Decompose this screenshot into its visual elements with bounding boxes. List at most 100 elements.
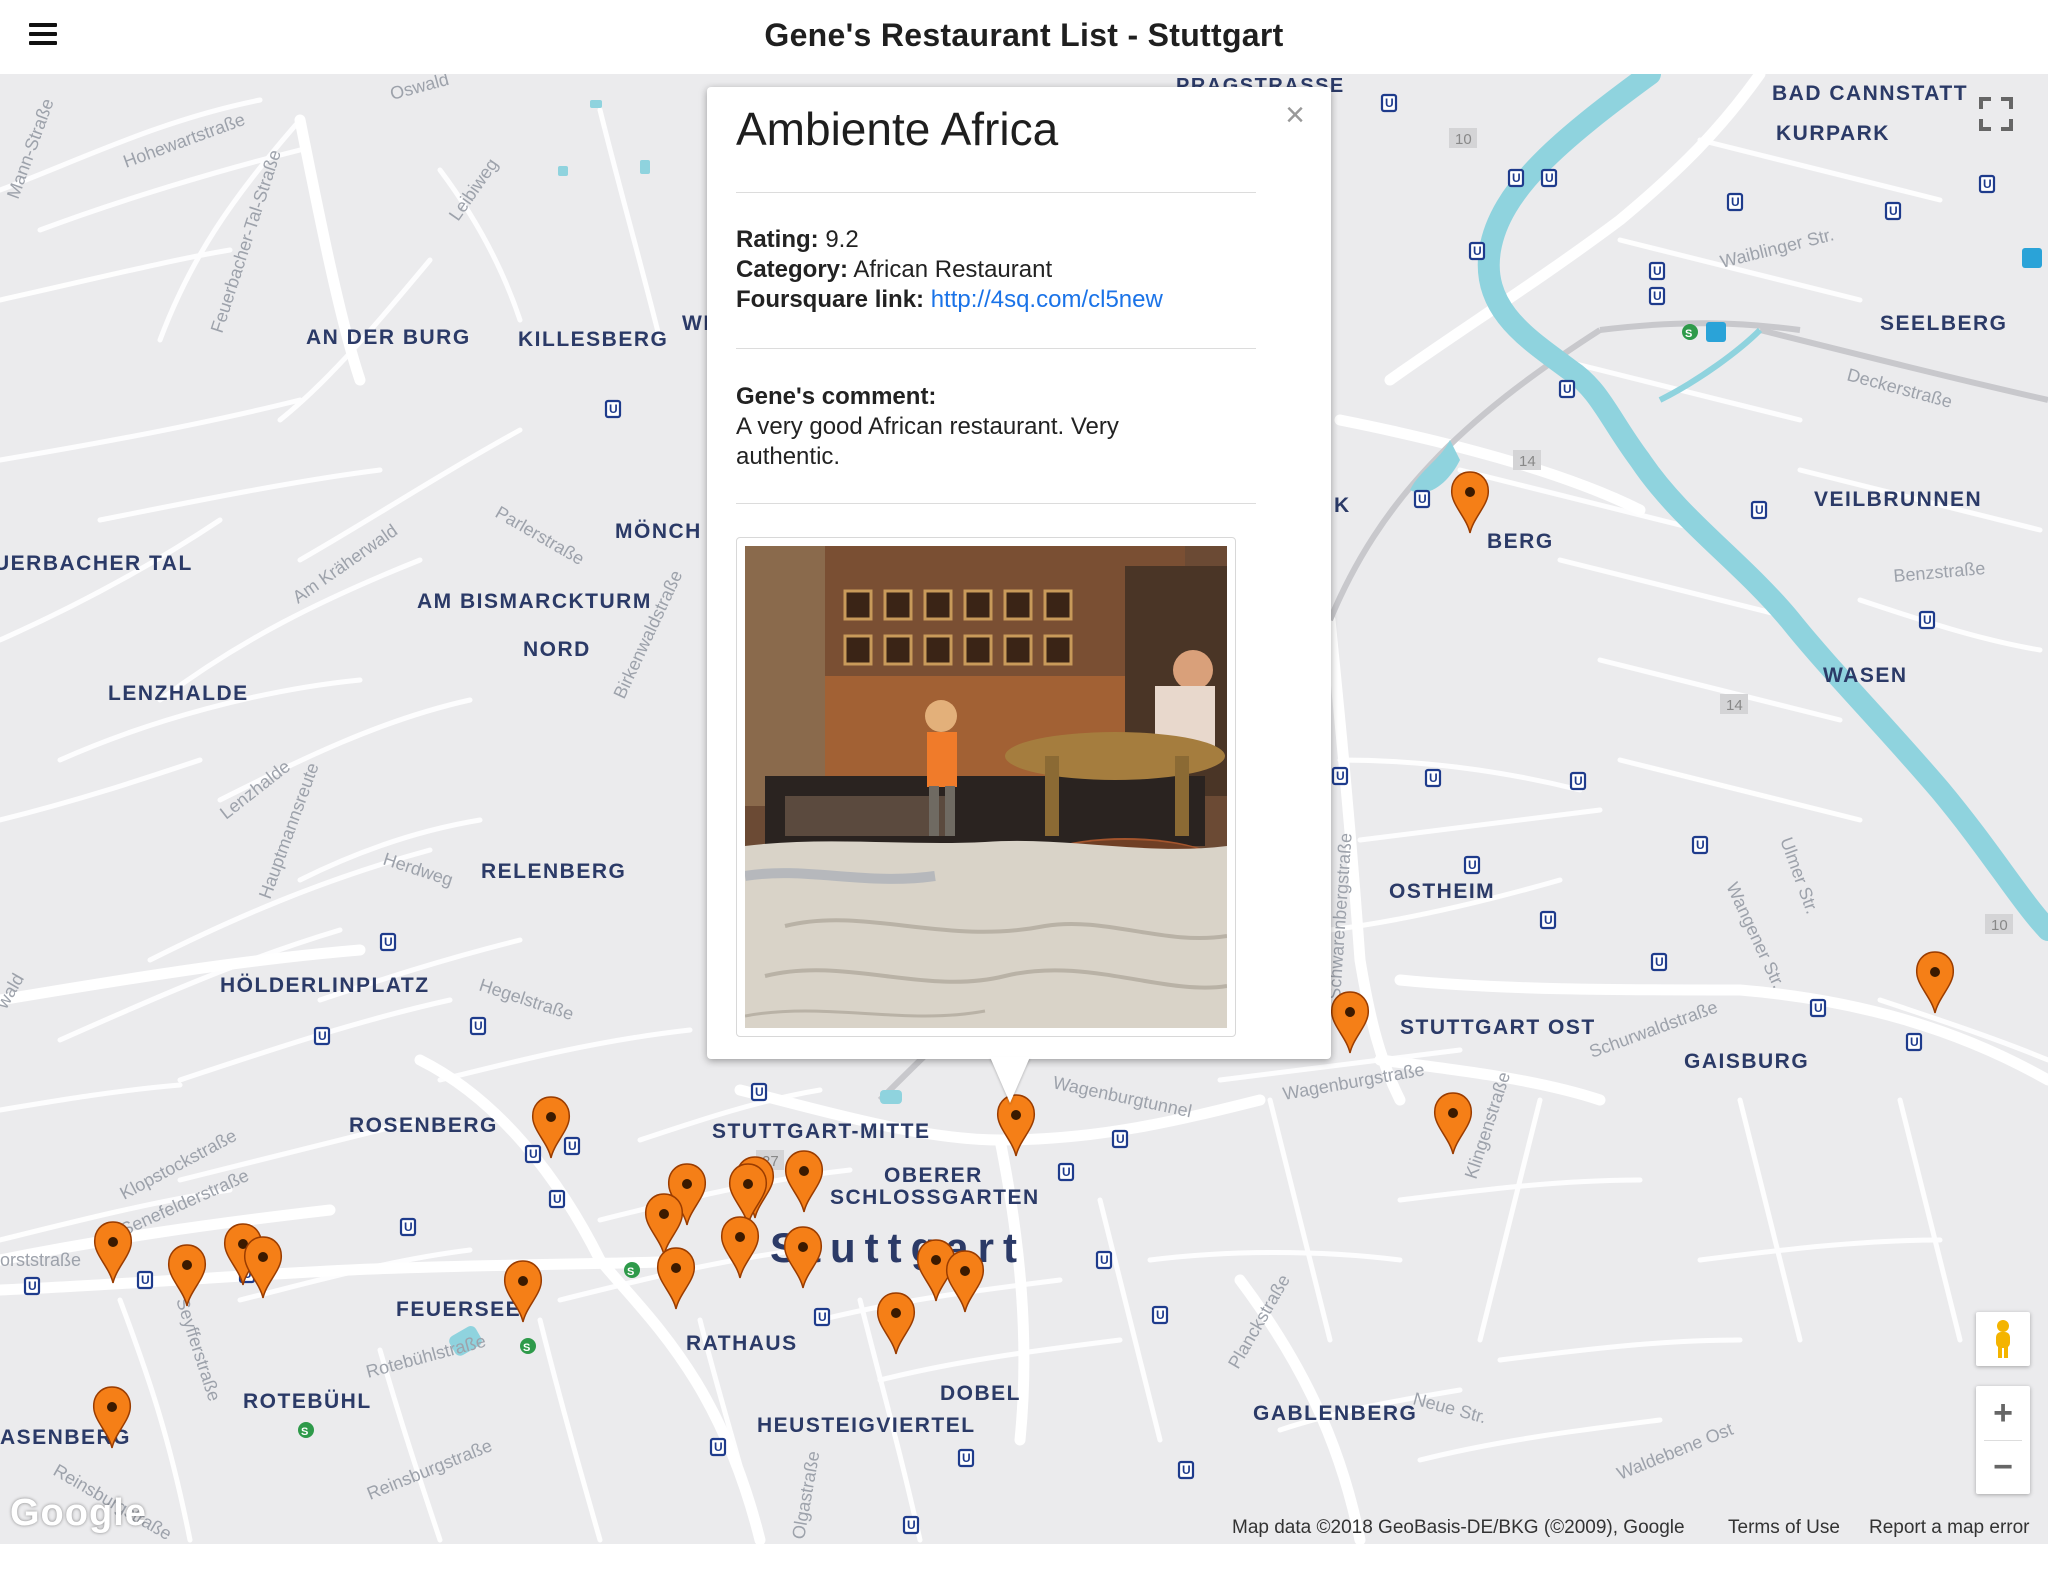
- u-bahn-stop-icon: U: [1507, 168, 1525, 188]
- svg-text:10: 10: [1455, 131, 1472, 148]
- svg-text:14: 14: [1519, 453, 1536, 470]
- svg-text:U: U: [141, 1273, 150, 1287]
- svg-text:U: U: [818, 1310, 827, 1324]
- svg-text:U: U: [755, 1085, 764, 1099]
- u-bahn-stop-icon: U: [1177, 1460, 1195, 1480]
- svg-text:UERBACHER TAL: UERBACHER TAL: [0, 552, 193, 575]
- restaurant-photo: [745, 546, 1227, 1028]
- comment-label: Gene's comment:: [736, 383, 937, 410]
- report-map-error-link[interactable]: Report a map error: [1869, 1517, 2030, 1539]
- google-logo: Google: [10, 1492, 147, 1534]
- svg-text:NORD: NORD: [523, 638, 591, 661]
- pegman-icon: [1996, 1320, 2010, 1358]
- category-row: Category: African Restaurant: [736, 255, 1163, 285]
- svg-text:AN DER BURG: AN DER BURG: [306, 326, 471, 349]
- svg-text:RELENBERG: RELENBERG: [481, 860, 626, 883]
- svg-text:U: U: [28, 1279, 37, 1293]
- u-bahn-stop-icon: U: [313, 1026, 331, 1046]
- svg-text:U: U: [1512, 171, 1521, 185]
- terms-of-use-link[interactable]: Terms of Use: [1728, 1517, 1840, 1539]
- u-bahn-stop-icon: U: [1558, 379, 1576, 399]
- u-bahn-stop-icon: U: [1331, 766, 1349, 786]
- svg-text:LENZHALDE: LENZHALDE: [108, 682, 249, 705]
- svg-text:U: U: [474, 1019, 483, 1033]
- foursquare-link[interactable]: http://4sq.com/cl5new: [931, 286, 1163, 313]
- svg-text:U: U: [1473, 244, 1482, 258]
- zoom-in-button[interactable]: +: [1976, 1386, 2030, 1440]
- svg-text:U: U: [1889, 204, 1898, 218]
- svg-text:U: U: [384, 935, 393, 949]
- svg-text:VEILBRUNNEN: VEILBRUNNEN: [1814, 488, 1982, 511]
- u-bahn-stop-icon: U: [379, 932, 397, 952]
- u-bahn-stop-icon: U: [563, 1136, 581, 1156]
- svg-text:U: U: [1100, 1253, 1109, 1267]
- u-bahn-stop-icon: U: [1057, 1162, 1075, 1182]
- svg-text:U: U: [1653, 264, 1662, 278]
- divider: [736, 192, 1256, 193]
- restaurant-photo-frame: [736, 537, 1236, 1037]
- svg-text:MÖNCH: MÖNCH: [615, 520, 702, 543]
- svg-text:U: U: [1336, 769, 1345, 783]
- u-bahn-stop-icon: U: [1539, 910, 1557, 930]
- svg-text:FEUERSEE: FEUERSEE: [396, 1298, 521, 1321]
- divider: [736, 348, 1256, 349]
- svg-text:S: S: [523, 1342, 530, 1354]
- svg-text:AM BISMARCKTURM: AM BISMARCKTURM: [417, 590, 652, 613]
- svg-text:ROTEBÜHL: ROTEBÜHL: [243, 1390, 372, 1413]
- svg-text:U: U: [1983, 177, 1992, 191]
- svg-text:S: S: [1685, 328, 1692, 340]
- u-bahn-stop-icon: U: [709, 1437, 727, 1457]
- u-bahn-stop-icon: U: [902, 1515, 920, 1535]
- u-bahn-stop-icon: U: [399, 1217, 417, 1237]
- map-attribution: Map data ©2018 GeoBasis-DE/BKG (©2009), …: [1232, 1517, 1685, 1538]
- u-bahn-stop-icon: U: [1978, 174, 1996, 194]
- close-icon[interactable]: ×: [1282, 98, 1308, 132]
- comment-text-line1: A very good African restaurant. Very: [736, 413, 1119, 440]
- u-bahn-stop-icon: U: [1750, 500, 1768, 520]
- svg-text:U: U: [1731, 195, 1740, 209]
- svg-text:U: U: [962, 1451, 971, 1465]
- svg-text:STUTTGART-MITTE: STUTTGART-MITTE: [712, 1120, 930, 1143]
- u-bahn-stop-icon: U: [1905, 1032, 1923, 1052]
- u-bahn-stop-icon: U: [1380, 93, 1398, 113]
- comment-text-line2: authentic.: [736, 443, 841, 470]
- foursquare-row: Foursquare link: http://4sq.com/cl5new: [736, 285, 1163, 315]
- u-bahn-stop-icon: U: [1918, 610, 1936, 630]
- fullscreen-button[interactable]: [1973, 91, 2019, 137]
- u-bahn-stop-icon: U: [524, 1144, 542, 1164]
- svg-text:10: 10: [1991, 917, 2008, 934]
- zoom-out-button[interactable]: −: [1976, 1440, 2030, 1494]
- rating-label: Rating:: [736, 226, 819, 253]
- svg-text:U: U: [1468, 858, 1477, 872]
- svg-text:U: U: [1923, 613, 1932, 627]
- svg-text:U: U: [1429, 771, 1438, 785]
- svg-text:U: U: [1182, 1463, 1191, 1477]
- svg-text:U: U: [1418, 492, 1427, 506]
- restaurant-name: Ambiente Africa: [736, 103, 1059, 155]
- svg-text:U: U: [1653, 289, 1662, 303]
- foursquare-label: Foursquare link:: [736, 286, 925, 313]
- u-bahn-stop-icon: U: [1463, 855, 1481, 875]
- svg-text:U: U: [714, 1440, 723, 1454]
- svg-text:OBERER: OBERER: [884, 1164, 983, 1187]
- svg-text:S: S: [627, 1266, 634, 1278]
- svg-text:14: 14: [1726, 697, 1743, 714]
- u-bahn-stop-icon: U: [469, 1016, 487, 1036]
- svg-text:orststraße: orststraße: [0, 1250, 81, 1270]
- u-bahn-stop-icon: U: [1151, 1305, 1169, 1325]
- svg-text:STUTTGART OST: STUTTGART OST: [1400, 1016, 1596, 1039]
- street-view-button[interactable]: [1976, 1312, 2030, 1366]
- svg-text:U: U: [529, 1147, 538, 1161]
- infowindow-pointer: [990, 1057, 1030, 1103]
- u-bahn-stop-icon: U: [1648, 261, 1666, 281]
- svg-text:HÖLDERLINPLATZ: HÖLDERLINPLATZ: [220, 974, 430, 997]
- category-label: Category:: [736, 256, 849, 283]
- svg-text:U: U: [568, 1139, 577, 1153]
- svg-text:U: U: [1563, 382, 1572, 396]
- divider: [736, 503, 1256, 504]
- svg-text:SCHLOSSGARTEN: SCHLOSSGARTEN: [830, 1186, 1040, 1209]
- u-bahn-stop-icon: U: [1413, 489, 1431, 509]
- svg-text:U: U: [1814, 1001, 1823, 1015]
- svg-text:U: U: [1655, 955, 1664, 969]
- category-value: African Restaurant: [853, 256, 1053, 283]
